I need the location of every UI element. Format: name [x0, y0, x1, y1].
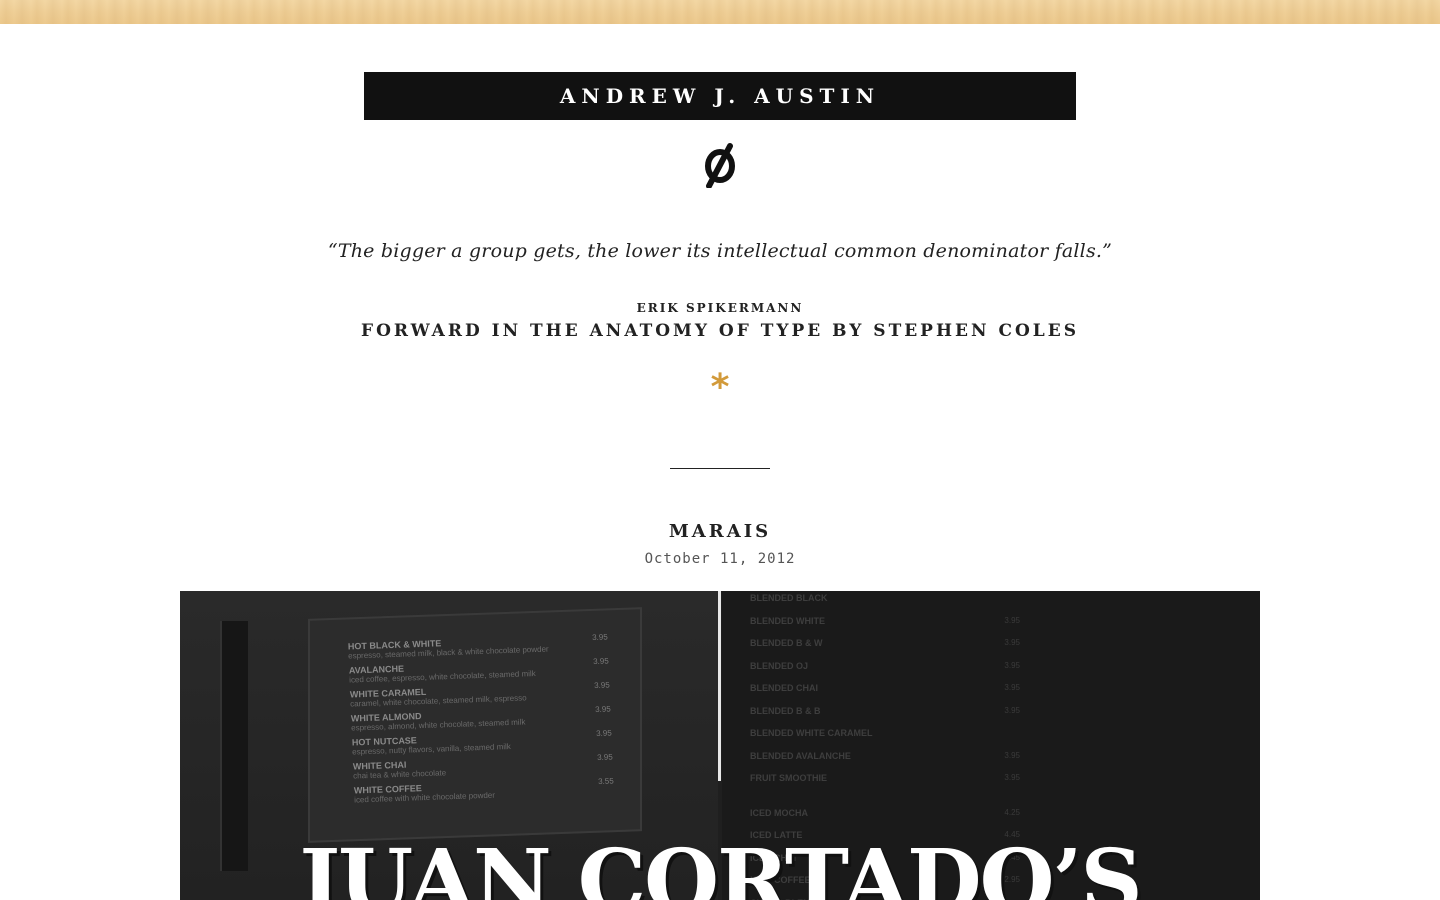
menu-item: BLENDED B & B 3.95: [750, 706, 1020, 728]
menu-item-name: BLENDED AVALANCHE: [750, 750, 851, 761]
menu-item-name: BLENDED CHAI: [750, 683, 819, 693]
menu-item: BLENDED OJ 3.95: [750, 661, 1020, 683]
menu-item: BLENDED BLACK: [750, 593, 1020, 615]
asterisk-ornament-icon: *: [710, 367, 730, 408]
menu-item-name: BLENDED BLACK: [750, 593, 828, 603]
menu-item-price: 4.25: [1004, 807, 1020, 817]
menu-item-name: BLENDED OJ: [750, 660, 809, 671]
site-masthead[interactable]: ANDREW J. AUSTIN: [364, 72, 1076, 120]
menu-item-name: BLENDED WHITE CARAMEL: [750, 728, 873, 738]
menu-item: BLENDED B & W 3.95: [750, 638, 1020, 660]
menu-item-price: 3.95: [593, 680, 610, 691]
menu-item-name: ICED MOCHA: [750, 807, 808, 818]
menu-item-price: 3.95: [1004, 615, 1020, 625]
menu-item-price: 3.95: [591, 632, 608, 643]
menu-item: ICED MOCHA 4.25: [750, 808, 1020, 830]
menu-item-price: 3.95: [596, 752, 613, 763]
menu-item-price: 3.95: [1004, 660, 1020, 670]
logo-icon[interactable]: [690, 136, 750, 192]
menu-item-price: 3.95: [1004, 638, 1020, 647]
site-title[interactable]: ANDREW J. AUSTIN: [560, 84, 880, 108]
slashed-o-icon: [705, 143, 735, 188]
menu-item-price: 3.95: [1004, 773, 1020, 782]
quote-author: ERIK SPIKERMANN: [636, 301, 804, 315]
pull-quote: “The bigger a group gets, the lower its …: [327, 240, 1113, 262]
menu-item-name: BLENDED B & B: [750, 705, 821, 716]
menu-item: BLENDED WHITE 3.95: [750, 616, 1020, 638]
menu-item-price: 3.95: [1004, 705, 1020, 715]
hero-pillar: [220, 621, 248, 871]
menu-item: BLENDED WHITE CARAMEL: [750, 728, 1020, 750]
menu-item-price: 3.55: [597, 776, 614, 787]
post-title[interactable]: MARAIS: [0, 521, 1440, 542]
menu-item-price: 3.95: [594, 704, 611, 715]
menu-item-price: 3.95: [1004, 750, 1020, 760]
menu-item-price: 3.95: [1004, 683, 1020, 692]
menu-item: FRUIT SMOOTHIE 3.95: [750, 773, 1020, 795]
hero-headline: JUAN CORTADO’S: [299, 831, 1142, 900]
menu-item-name: BLENDED B & W: [750, 638, 823, 648]
menu-item-price: 3.95: [592, 656, 609, 667]
wood-texture-banner: [0, 0, 1440, 24]
post-hero-image: HOT BLACK & WHITE espresso, steamed milk,…: [180, 591, 1260, 900]
menu-item: BLENDED CHAI 3.95: [750, 683, 1020, 705]
menu-item-name: BLENDED WHITE: [750, 615, 825, 626]
menu-item-name: FRUIT SMOOTHIE: [750, 773, 827, 783]
hero-divider-line: [718, 591, 721, 781]
menu-item-price: 3.95: [595, 728, 612, 739]
menu-item: BLENDED AVALANCHE 3.95: [750, 751, 1020, 773]
quote-source: FORWARD IN THE ANATOMY OF TYPE BY STEPHE…: [361, 321, 1079, 341]
post-date: October 11, 2012: [644, 551, 796, 567]
section-divider: [670, 468, 770, 469]
